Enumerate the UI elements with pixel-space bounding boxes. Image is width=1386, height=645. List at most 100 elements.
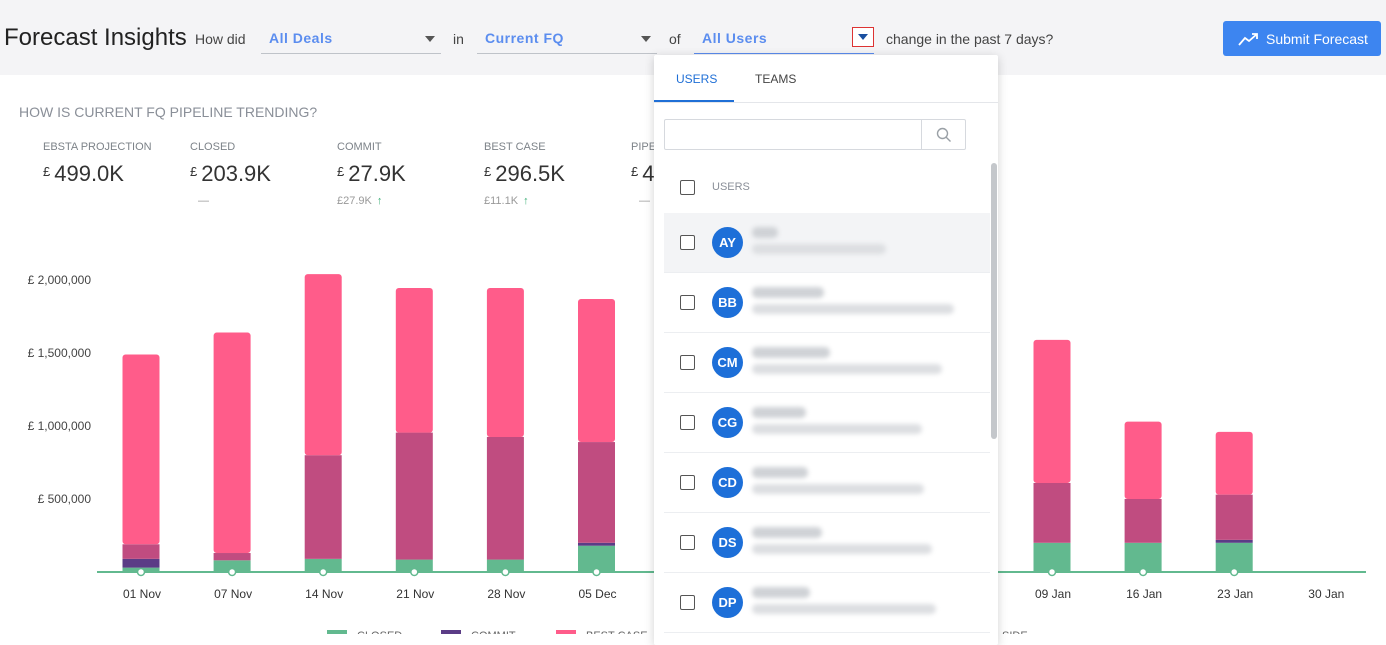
avatar: BB <box>712 287 743 318</box>
legend-label: COMMIT <box>471 630 516 634</box>
list-item[interactable]: CM <box>664 333 990 393</box>
redacted-email <box>752 424 922 434</box>
data-point-marker <box>1047 567 1057 577</box>
search-button[interactable] <box>921 120 966 149</box>
y-tick-label: £ 500,000 <box>38 492 92 506</box>
list-item[interactable]: BB <box>664 273 990 333</box>
y-tick-label: £ 1,000,000 <box>28 419 92 433</box>
legend-swatch <box>327 630 347 634</box>
bar-segment-commit <box>122 558 160 568</box>
avatar: AY <box>712 227 743 258</box>
select-all-checkbox[interactable] <box>680 180 695 195</box>
user-list: USERS AY BB CM CG CD DS DP <box>664 167 990 645</box>
user-list-scrollbar[interactable] <box>991 163 997 439</box>
bar-segment-commit <box>578 542 615 546</box>
x-tick-label: 28 Nov <box>487 587 525 601</box>
bar-segment-closed <box>1215 542 1253 572</box>
legend-label: SIDE <box>1002 630 1028 634</box>
legend-label: CLOSED <box>357 630 402 634</box>
redacted-name <box>752 227 778 238</box>
data-point-marker <box>136 567 146 577</box>
legend-swatch <box>556 630 576 634</box>
user-checkbox[interactable] <box>680 535 695 550</box>
user-checkbox[interactable] <box>680 235 695 250</box>
data-point-marker <box>410 567 419 577</box>
avatar: CG <box>712 407 743 438</box>
tab-teams[interactable]: TEAMS <box>755 72 796 86</box>
redacted-email <box>752 244 886 254</box>
dropdown-tabs: USERS TEAMS <box>654 55 998 103</box>
y-tick-label: £ 1,500,000 <box>28 346 92 360</box>
x-tick-label: 01 Nov <box>123 587 161 601</box>
tab-users[interactable]: USERS <box>676 72 717 86</box>
bar-segment-best-case <box>213 332 251 554</box>
bar-segment-best-case <box>1033 339 1071 483</box>
x-tick-label: 05 Dec <box>578 587 616 601</box>
redacted-name <box>752 347 830 358</box>
bar-segment-best-case <box>395 288 433 433</box>
list-item[interactable]: DP <box>664 573 990 633</box>
user-list-header-label: USERS <box>712 181 750 193</box>
data-point-marker <box>501 567 510 577</box>
redacted-name <box>752 407 806 418</box>
redacted-email <box>752 484 924 494</box>
bar-segment-closed <box>1124 542 1162 572</box>
bar-segment-commit <box>122 544 160 559</box>
user-checkbox[interactable] <box>680 595 695 610</box>
redacted-name <box>752 527 822 538</box>
bar-segment-commit <box>486 436 524 560</box>
bar-segment-commit <box>213 553 251 561</box>
list-item[interactable]: CG <box>664 393 990 453</box>
x-tick-label: 09 Jan <box>1035 587 1071 601</box>
bar-segment-commit <box>1215 539 1253 543</box>
data-point-marker <box>1138 567 1148 577</box>
bar-segment-best-case <box>578 298 615 443</box>
user-search-input[interactable] <box>671 124 911 146</box>
redacted-email <box>752 304 954 314</box>
bar-segment-closed <box>1033 542 1071 572</box>
user-checkbox[interactable] <box>680 355 695 370</box>
bar-segment-commit <box>1033 482 1071 543</box>
data-point-marker <box>592 567 601 577</box>
user-list-header: USERS <box>664 167 990 211</box>
avatar: CM <box>712 347 743 378</box>
redacted-email <box>752 364 942 374</box>
active-tab-indicator <box>654 100 734 102</box>
user-search <box>664 119 966 150</box>
bar-segment-best-case <box>486 288 524 437</box>
x-tick-label: 30 Jan <box>1308 587 1344 601</box>
redacted-name <box>752 587 810 598</box>
avatar: DS <box>712 527 743 558</box>
bar-segment-best-case <box>304 274 342 456</box>
x-tick-label: 23 Jan <box>1217 587 1253 601</box>
y-tick-label: £ 2,000,000 <box>28 273 92 287</box>
avatar: CD <box>712 467 743 498</box>
list-item[interactable]: DS <box>664 513 990 573</box>
redacted-name <box>752 467 808 478</box>
user-checkbox[interactable] <box>680 295 695 310</box>
redacted-name <box>752 287 824 298</box>
bar-segment-best-case <box>1215 431 1253 495</box>
redacted-email <box>752 544 932 554</box>
users-dropdown-panel: USERS TEAMS USERS AY BB CM CG CD DS DP <box>654 55 998 645</box>
x-tick-label: 14 Nov <box>305 587 343 601</box>
list-item[interactable]: AY <box>664 213 990 273</box>
bar-segment-best-case <box>122 354 160 545</box>
x-tick-label: 21 Nov <box>396 587 434 601</box>
search-icon <box>936 127 951 142</box>
bar-segment-commit <box>304 455 342 559</box>
legend-swatch <box>441 630 461 634</box>
bar-segment-commit <box>1124 499 1162 543</box>
avatar: DP <box>712 587 743 618</box>
user-checkbox[interactable] <box>680 415 695 430</box>
data-point-marker <box>318 567 328 577</box>
data-point-marker <box>1229 567 1239 577</box>
data-point-marker <box>227 567 237 577</box>
list-item[interactable]: CD <box>664 453 990 513</box>
bar-segment-commit <box>395 432 433 560</box>
bar-segment-commit <box>1215 494 1253 540</box>
legend-label: BEST CASE <box>586 630 648 634</box>
redacted-email <box>752 604 936 614</box>
bar-segment-best-case <box>1124 421 1162 499</box>
user-checkbox[interactable] <box>680 475 695 490</box>
